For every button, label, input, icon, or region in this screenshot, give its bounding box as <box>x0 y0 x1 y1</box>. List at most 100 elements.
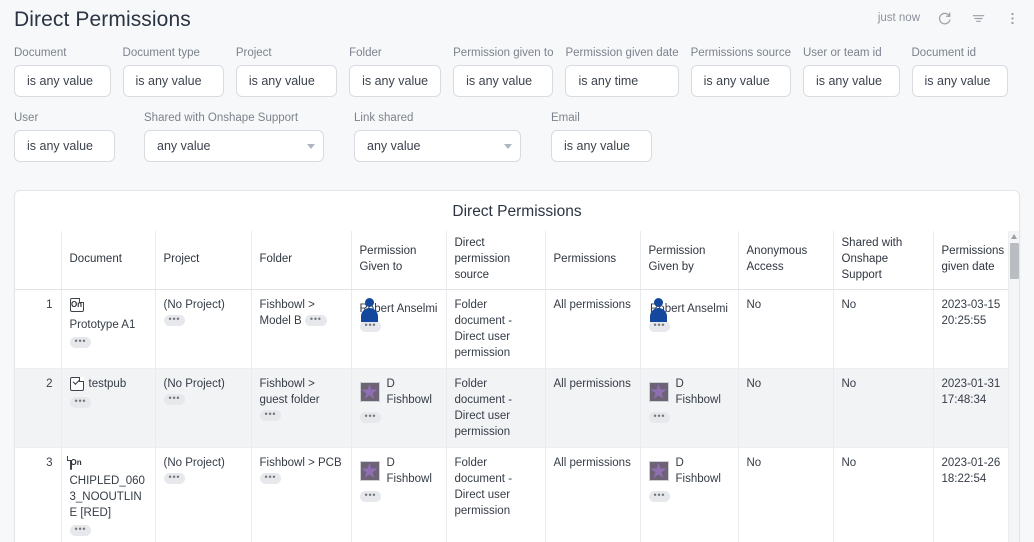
row-index: 2 <box>15 368 62 448</box>
filter-value-permission-given-date[interactable]: is any time <box>565 65 679 97</box>
cell-project[interactable]: (No Project) ••• <box>155 289 252 369</box>
scroll-up-arrow-icon[interactable] <box>1011 234 1017 239</box>
column-header-document[interactable]: Document <box>61 231 156 290</box>
filter-shared-with-onshape-support: Shared with Onshape Support any value <box>144 111 324 162</box>
row-actions-ellipsis[interactable]: ••• <box>163 315 186 327</box>
column-header-permission-given-to[interactable]: Permission Given to <box>351 231 447 290</box>
filter-value-user[interactable]: is any value <box>14 130 115 162</box>
given-date-value: 2023-01-26 18:22:54 <box>941 457 1001 485</box>
row-actions-ellipsis[interactable]: ••• <box>69 397 92 408</box>
cell-permission-given-by[interactable]: D Fishbowl ••• <box>640 368 739 448</box>
table-row[interactable]: 2 testpub ••• (No Project) ••• Fishbowl … <box>15 368 1019 448</box>
onshape-document-icon: On <box>69 456 82 470</box>
row-actions-ellipsis[interactable]: ••• <box>69 336 92 348</box>
filter-value-folder[interactable]: is any value <box>349 65 442 97</box>
given-to-name: D Fishbowl <box>386 457 432 485</box>
cell-folder[interactable]: Fishbowl > guest folder ••• <box>251 368 352 448</box>
column-header-direct-permission-source[interactable]: Direct permission source <box>446 231 546 290</box>
filter-label: Document <box>14 47 67 59</box>
table-scroll-area: Document Project Folder Permission Given… <box>15 231 1019 542</box>
cell-permission-given-to[interactable]: D Fishbowl ••• <box>351 447 447 542</box>
filter-value-email[interactable]: is any value <box>551 130 652 162</box>
column-header-index[interactable] <box>15 231 62 290</box>
direct-permissions-table-card: Direct Permissions Document Project Fold… <box>14 190 1020 542</box>
cell-permissions: All permissions <box>545 447 641 542</box>
page-title: Direct Permissions <box>14 8 191 31</box>
filter-value-document-id[interactable]: is any value <box>911 65 1009 97</box>
cell-permissions: All permissions <box>545 289 641 369</box>
column-header-permissions-given-date[interactable]: Permissions given date <box>933 231 1019 290</box>
row-actions-ellipsis[interactable]: ••• <box>359 490 382 502</box>
row-actions-ellipsis[interactable]: ••• <box>648 490 671 502</box>
filter-permission-given-to: Permission given to is any value <box>453 46 554 97</box>
cell-permissions-given-date: 2023-03-15 20:25:55 <box>933 289 1019 369</box>
column-header-folder[interactable]: Folder <box>251 231 352 290</box>
scrollbar-thumb[interactable] <box>1010 243 1019 279</box>
permission-source: Folder document - Direct user permission <box>454 457 513 517</box>
filter-select-shared-with-onshape-support[interactable]: any value <box>144 130 324 162</box>
filter-label: Project <box>235 47 272 59</box>
cell-permission-given-by[interactable]: Robert Anselmi ••• <box>640 289 739 369</box>
cell-anonymous-access: No <box>738 368 834 448</box>
row-actions-ellipsis[interactable]: ••• <box>359 411 382 423</box>
row-index: 3 <box>15 447 62 542</box>
row-actions-ellipsis[interactable]: ••• <box>359 320 382 332</box>
filters-panel: Document is any value Document type is a… <box>0 40 1034 162</box>
cell-document[interactable]: On Prototype A1 ••• <box>61 289 156 369</box>
document-name: Prototype A1 <box>69 319 136 331</box>
starfish-avatar-image <box>648 461 669 481</box>
column-header-project[interactable]: Project <box>155 231 252 290</box>
column-header-shared-with-onshape-support[interactable]: Shared with Onshape Support <box>833 231 934 290</box>
cell-document[interactable]: testpub ••• <box>61 368 156 448</box>
anonymous-access-value: No <box>746 299 762 311</box>
filter-value-permission-given-to[interactable]: is any value <box>453 65 554 97</box>
row-actions-ellipsis[interactable]: ••• <box>69 524 92 536</box>
filter-permissions-source: Permissions source is any value <box>690 46 791 97</box>
filter-value-project[interactable]: is any value <box>235 65 338 97</box>
cell-document[interactable]: On CHIPLED_0603_NOOUTLINE [RED] ••• <box>61 447 156 542</box>
permissions-value: All permissions <box>553 299 631 311</box>
filter-select-value: any value <box>367 139 421 153</box>
table-row[interactable]: 1 On Prototype A1 ••• (No Project) ••• F… <box>15 289 1019 369</box>
row-actions-ellipsis[interactable]: ••• <box>648 320 671 332</box>
row-actions-ellipsis[interactable]: ••• <box>163 473 186 485</box>
cell-permission-given-by[interactable]: D Fishbowl ••• <box>640 447 739 542</box>
refresh-icon[interactable] <box>934 8 954 28</box>
more-vertical-icon[interactable] <box>1002 8 1022 28</box>
row-actions-ellipsis[interactable]: ••• <box>259 410 282 422</box>
cell-permission-given-to[interactable]: Robert Anselmi ••• <box>351 289 447 369</box>
table-row[interactable]: 3 On CHIPLED_0603_NOOUTLINE [RED] ••• (N… <box>15 447 1019 542</box>
column-header-anonymous-access[interactable]: Anonymous Access <box>738 231 834 290</box>
filter-value-permissions-source[interactable]: is any value <box>690 65 791 97</box>
cell-permission-given-to[interactable]: D Fishbowl ••• <box>351 368 447 448</box>
header-actions: just now <box>878 8 1022 28</box>
cell-project[interactable]: (No Project) ••• <box>155 368 252 448</box>
row-actions-ellipsis[interactable]: ••• <box>163 394 186 406</box>
filter-permission-given-date: Permission given date is any time <box>565 46 679 97</box>
given-to-name: D Fishbowl <box>386 378 432 406</box>
row-actions-ellipsis[interactable]: ••• <box>648 411 671 423</box>
chevron-down-icon <box>307 143 315 149</box>
filter-select-link-shared[interactable]: any value <box>354 130 521 162</box>
filter-value-document-type[interactable]: is any value <box>122 65 224 97</box>
filter-email: Email is any value <box>551 111 652 162</box>
filter-label: Email <box>551 112 580 124</box>
cell-folder[interactable]: Fishbowl > Model B ••• <box>251 289 352 369</box>
cell-permissions-given-date: 2023-01-26 18:22:54 <box>933 447 1019 542</box>
row-actions-ellipsis[interactable]: ••• <box>304 315 327 327</box>
filter-value-user-or-team-id[interactable]: is any value <box>802 65 900 97</box>
filter-document-type: Document type is any value <box>122 46 224 97</box>
table-vertical-scrollbar[interactable] <box>1008 231 1019 542</box>
anonymous-access-value: No <box>746 378 762 390</box>
anonymous-access-value: No <box>746 457 762 469</box>
cell-project[interactable]: (No Project) ••• <box>155 447 252 542</box>
starfish-avatar-image <box>359 382 380 402</box>
row-actions-ellipsis[interactable]: ••• <box>259 473 282 485</box>
cell-folder[interactable]: Fishbowl > PCB ••• <box>251 447 352 542</box>
filter-icon[interactable] <box>968 8 988 28</box>
column-header-permission-given-by[interactable]: Permission Given by <box>640 231 739 290</box>
column-header-permissions[interactable]: Permissions <box>545 231 641 290</box>
filter-value-document[interactable]: is any value <box>14 65 111 97</box>
direct-permissions-page: Direct Permissions just now Document is … <box>0 0 1034 542</box>
filter-label: Shared with Onshape Support <box>144 112 299 124</box>
